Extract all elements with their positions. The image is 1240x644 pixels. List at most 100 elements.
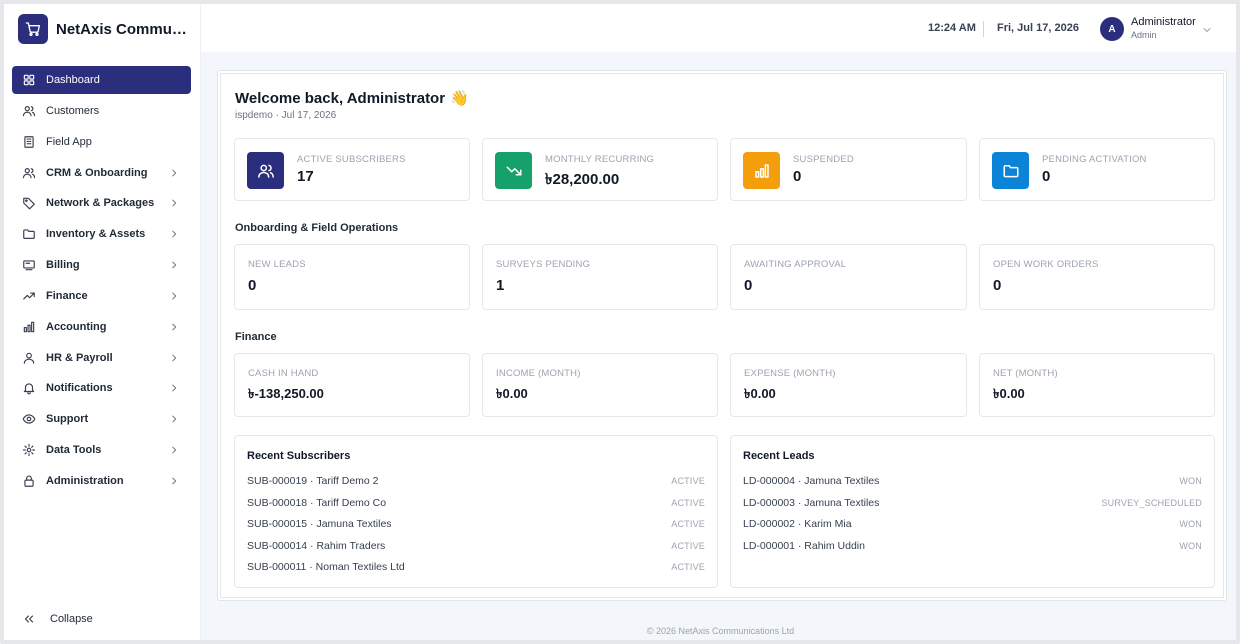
waving-hand-icon: 👋 [450,90,469,107]
sidebar-item-data-tools[interactable]: Data Tools [12,436,191,464]
stat-label: AWAITING APPROVAL [744,259,847,270]
finance-card-expense[interactable]: EXPENSE (MONTH) ৳0.00 [730,353,967,417]
list-item-text: SUB-000018 · Tariff Demo Co [247,496,387,509]
main-content: Welcome back, Administrator 👋 ispdemo · … [201,52,1236,640]
collapse-button[interactable]: Collapse [22,612,93,626]
stat-card-open-work-orders[interactable]: OPEN WORK ORDERS 0 [979,244,1215,310]
kpi-value: 0 [1042,168,1051,185]
list-item-text: SUB-000014 · Rahim Traders [247,539,386,552]
top-bar: 12:24 AM Fri, Jul 17, 2026 A Administrat… [201,4,1236,52]
app-window: NetAxis Communications Ltd Dashboard Cust… [0,0,1240,644]
recent-leads-card: Recent Leads LD-000004 · Jamuna Textiles… [730,435,1215,588]
stat-card-surveys-pending[interactable]: SURVEYS PENDING 1 [482,244,718,310]
status-badge: ACTIVE [671,476,705,486]
stat-value: 0 [993,277,1002,294]
section-title-onboarding: Onboarding & Field Operations [235,222,399,234]
kpi-card-pending-activation[interactable]: PENDING ACTIVATION 0 [979,138,1215,201]
current-date: Fri, Jul 17, 2026 [997,22,1079,34]
status-badge: WON [1179,476,1202,486]
chevron-right-icon [169,382,179,394]
chevron-right-icon [169,259,179,271]
sidebar-item-inventory-assets[interactable]: Inventory & Assets [12,220,191,248]
finance-value: ৳0.00 [993,386,1025,401]
sidebar-item-label: Field App [46,135,92,148]
kpi-value: 17 [297,168,314,185]
list-item[interactable]: LD-000004 · Jamuna Textiles WON [743,475,1202,489]
chevron-right-icon [169,167,179,179]
sidebar-item-accounting[interactable]: Accounting [12,313,191,341]
tenant-date: ispdemo · Jul 17, 2026 [235,110,337,121]
finance-card-net[interactable]: NET (MONTH) ৳0.00 [979,353,1215,417]
list-item-text: LD-000001 · Rahim Uddin [743,539,865,552]
folder-icon [992,152,1029,189]
kpi-card-monthly-recurring[interactable]: MONTHLY RECURRING ৳28,200.00 [482,138,718,201]
sidebar-item-administration[interactable]: Administration [12,467,191,495]
sidebar-item-label: Data Tools [46,444,102,457]
list-item[interactable]: SUB-000014 · Rahim Traders ACTIVE [247,540,705,554]
list-item[interactable]: SUB-000018 · Tariff Demo Co ACTIVE [247,497,705,511]
list-item[interactable]: SUB-000011 · Noman Textiles Ltd ACTIVE [247,561,705,575]
sidebar-item-billing[interactable]: Billing [12,251,191,279]
stat-value: 0 [248,277,257,294]
sidebar-item-label: Finance [46,289,88,302]
recent-subscribers-title: Recent Subscribers [247,450,351,462]
stat-label: NEW LEADS [248,259,306,270]
sidebar-item-label: Customers [46,104,100,117]
cart-icon [18,14,48,44]
chevron-right-icon [169,352,179,364]
list-item[interactable]: LD-000002 · Karim Mia WON [743,518,1202,532]
list-item[interactable]: SUB-000019 · Tariff Demo 2 ACTIVE [247,475,705,489]
sidebar-item-network-packages[interactable]: Network & Packages [12,189,191,217]
list-item-text: LD-000004 · Jamuna Textiles [743,475,880,487]
finance-card-cash-in-hand[interactable]: CASH IN HAND ৳-138,250.00 [234,353,470,417]
kpi-label: ACTIVE SUBSCRIBERS [297,154,406,165]
sidebar-item-support[interactable]: Support [12,405,191,433]
recent-leads-title: Recent Leads [743,450,815,462]
sidebar-item-notifications[interactable]: Notifications [12,374,191,402]
status-badge: ACTIVE [671,519,705,529]
finance-label: NET (MONTH) [993,368,1058,379]
user-role: Admin [1131,30,1157,40]
finance-label: EXPENSE (MONTH) [744,368,836,379]
trending-down-icon [495,152,532,189]
list-item[interactable]: SUB-000015 · Jamuna Textiles ACTIVE [247,518,705,532]
sidebar-item-customers[interactable]: Customers [12,97,191,125]
list-item[interactable]: LD-000001 · Rahim Uddin WON [743,540,1202,554]
kpi-label: SUSPENDED [793,154,854,165]
dashboard-panel: Welcome back, Administrator 👋 ispdemo · … [217,70,1227,601]
list-item[interactable]: LD-000003 · Jamuna Textiles SURVEY_SCHEDU… [743,497,1202,511]
sidebar-item-field-app[interactable]: Field App [12,128,191,156]
list-item-text: SUB-000011 · Noman Textiles Ltd [247,561,405,573]
status-badge: WON [1179,519,1202,529]
sidebar-item-label: CRM & Onboarding [46,166,148,179]
avatar[interactable]: A [1100,17,1124,41]
chevron-right-icon [169,228,179,240]
stat-card-awaiting-approval[interactable]: AWAITING APPROVAL 0 [730,244,967,310]
finance-label: CASH IN HAND [248,368,319,379]
sidebar-nav: Dashboard Customers Field App CRM & Onboard… [12,66,191,498]
finance-card-income[interactable]: INCOME (MONTH) ৳0.00 [482,353,718,417]
status-badge: SURVEY_SCHEDULED [1101,497,1202,508]
folder-icon [22,227,36,241]
sidebar-item-finance[interactable]: Finance [12,282,191,310]
status-badge: ACTIVE [671,497,705,508]
sidebar-item-crm-onboarding[interactable]: CRM & Onboarding [12,159,191,187]
chevrons-left-icon [22,612,36,626]
welcome-text: Welcome back, Administrator [235,89,446,107]
sidebar-item-dashboard[interactable]: Dashboard [12,66,191,94]
kpi-card-active-subscribers[interactable]: ACTIVE SUBSCRIBERS 17 [234,138,470,201]
chevron-right-icon [169,321,179,333]
stat-card-new-leads[interactable]: NEW LEADS 0 [234,244,470,310]
list-item-text: SUB-000019 · Tariff Demo 2 [247,475,379,487]
finance-value: ৳0.00 [496,386,528,401]
building-icon [22,135,36,149]
sidebar-item-hr-payroll[interactable]: HR & Payroll [12,344,191,372]
sidebar-item-label: Support [46,413,89,426]
users-icon [22,166,36,180]
kpi-card-suspended[interactable]: SUSPENDED 0 [730,138,967,201]
chevron-down-icon[interactable] [1201,23,1213,35]
kpi-value: 0 [793,168,802,185]
sidebar-item-label: Notifications [46,382,113,395]
brand[interactable]: NetAxis Communications Ltd [18,14,191,44]
section-title-finance: Finance [235,331,277,343]
